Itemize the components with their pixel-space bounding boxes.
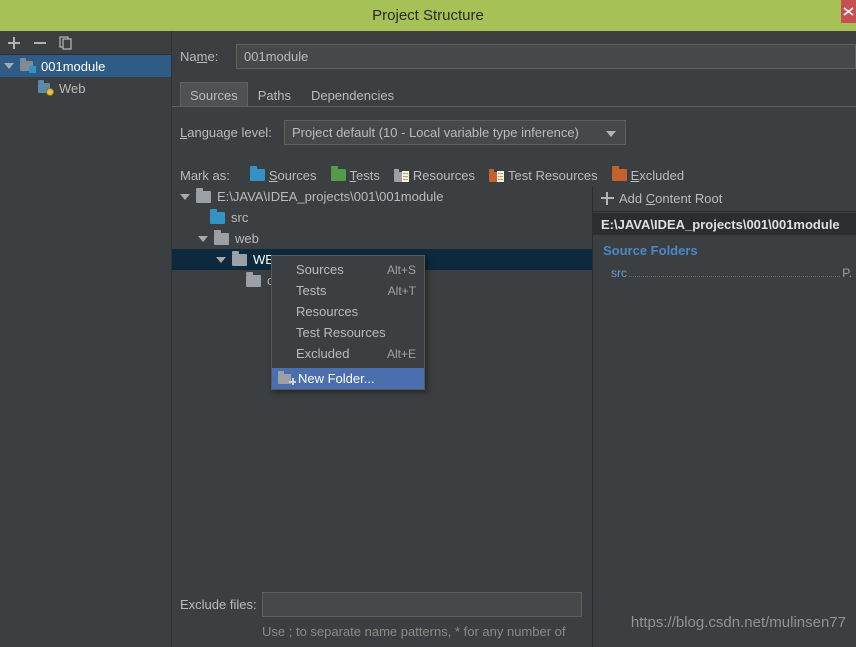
- context-menu-label: Resources: [296, 304, 359, 319]
- folder-test-resources-icon: [489, 168, 505, 182]
- dotted-leader: [629, 276, 841, 277]
- add-content-root-button[interactable]: Add Content Root: [593, 186, 856, 212]
- project-structure-dialog: Project Structure 001module Web Name: 00…: [0, 0, 856, 647]
- source-folder-name[interactable]: src: [611, 266, 627, 280]
- exclude-files-input[interactable]: [262, 592, 582, 617]
- content-root-path-header: E:\JAVA\IDEA_projects\001\001module: [593, 213, 856, 235]
- tab-paths[interactable]: Paths: [248, 82, 301, 107]
- context-menu-accel: Alt+S: [386, 262, 416, 277]
- folder-excluded-icon: [611, 166, 627, 181]
- title-bar: Project Structure: [0, 0, 856, 31]
- exclude-files-label: Exclude files:: [180, 597, 257, 612]
- tabs-underline: [172, 106, 856, 107]
- mark-as-excluded-button[interactable]: Excluded: [611, 166, 685, 183]
- chevron-down-icon[interactable]: [180, 193, 190, 200]
- module-tree: 001module Web: [0, 55, 171, 647]
- context-menu-label: Test Resources: [296, 325, 386, 340]
- exclude-files-help-text: Use ; to separate name patterns, * for a…: [262, 624, 566, 639]
- mark-as-label-test-resources: Test Resources: [508, 167, 598, 183]
- context-menu-item-resources[interactable]: Resources: [272, 301, 424, 322]
- context-menu-label: Sources: [296, 262, 344, 277]
- chevron-down-icon[interactable]: [216, 256, 226, 263]
- sidebar-item-web[interactable]: Web: [0, 77, 171, 99]
- mark-as-sources-button[interactable]: Sources: [249, 166, 317, 183]
- chevron-down-icon[interactable]: [606, 130, 616, 137]
- folder-sources-icon: [249, 166, 265, 181]
- exclude-files-row: Exclude files:: [180, 592, 582, 617]
- mark-as-label: Mark as:: [180, 167, 230, 183]
- mark-as-label-resources: Resources: [412, 167, 476, 183]
- tree-row-label: E:\JAVA\IDEA_projects\001\001module: [217, 189, 444, 204]
- content-root-details-panel: Add Content Root E:\JAVA\IDEA_projects\0…: [593, 186, 856, 647]
- add-module-button[interactable]: [6, 35, 22, 51]
- language-level-label: Language level:: [180, 124, 272, 140]
- folder-resources-icon: [393, 168, 409, 182]
- remove-module-button[interactable]: [32, 35, 48, 51]
- modules-sidebar: 001module Web: [0, 31, 172, 647]
- source-folders-title: Source Folders: [603, 243, 698, 258]
- tree-row-label: web: [235, 231, 259, 246]
- language-level-row: Language level: Project default (10 - Lo…: [180, 119, 626, 145]
- tree-row-label: src: [231, 210, 249, 225]
- tree-row[interactable]: web: [172, 228, 592, 249]
- language-level-select[interactable]: Project default (10 - Local variable typ…: [284, 119, 626, 145]
- copy-module-button[interactable]: [58, 35, 74, 51]
- copy-icon: [59, 35, 72, 50]
- tree-row[interactable]: src: [172, 207, 592, 228]
- context-menu-item-tests[interactable]: Tests Alt+T: [272, 280, 424, 301]
- watermark: https://blog.csdn.net/mulinsen77: [630, 614, 846, 631]
- window-title: Project Structure: [372, 7, 484, 24]
- context-menu-label: Excluded: [296, 346, 350, 361]
- tab-dependencies[interactable]: Dependencies: [301, 82, 404, 107]
- context-menu-item-excluded[interactable]: Excluded Alt+E: [272, 343, 424, 364]
- add-content-root-label: Add Content Root: [619, 191, 723, 206]
- folder-gray-icon: [214, 229, 229, 245]
- editor-tabs: Sources Paths Dependencies: [180, 81, 856, 107]
- folder-tests-icon: [330, 166, 346, 181]
- sidebar-toolbar: [0, 31, 171, 55]
- web-facet-icon: [38, 80, 54, 96]
- sidebar-item-001module[interactable]: 001module: [0, 55, 171, 77]
- context-menu-item-new-folder[interactable]: New Folder...: [272, 368, 424, 389]
- mark-as-context-menu: Sources Alt+S Tests Alt+T Resources Test…: [271, 255, 425, 390]
- tab-sources[interactable]: Sources: [180, 82, 248, 107]
- folder-gray-icon: [232, 250, 247, 266]
- name-label: Name:: [180, 48, 219, 64]
- context-menu-item-sources[interactable]: Sources Alt+S: [272, 259, 424, 280]
- language-level-value: Project default (10 - Local variable typ…: [292, 124, 579, 140]
- context-menu-label: Tests: [296, 283, 327, 298]
- folder-blue-icon: [210, 208, 225, 224]
- source-folder-row[interactable]: src P.: [611, 266, 852, 282]
- mark-as-resources-button[interactable]: Resources: [393, 167, 476, 183]
- sidebar-item-label: 001module: [41, 58, 106, 74]
- folder-gray-icon: [196, 187, 211, 203]
- sidebar-item-label: Web: [59, 80, 86, 96]
- close-button[interactable]: [841, 0, 856, 23]
- mark-as-row: Mark as: Sources Tests Resources Test Re…: [180, 165, 698, 185]
- source-folder-package-prefix[interactable]: P.: [842, 266, 852, 280]
- plus-icon: [601, 192, 614, 205]
- folder-gray-icon: [246, 271, 261, 287]
- mark-as-label-excluded: Excluded: [630, 167, 685, 183]
- mark-as-label-tests: Tests: [349, 167, 380, 183]
- context-menu-accel: Alt+E: [386, 346, 416, 361]
- module-name-input[interactable]: [236, 43, 856, 69]
- close-icon: [843, 7, 854, 16]
- chevron-down-icon[interactable]: [4, 63, 14, 69]
- context-menu-accel: Alt+T: [387, 283, 416, 298]
- name-row: Name:: [180, 43, 856, 69]
- mark-as-label-sources: Sources: [268, 167, 317, 183]
- chevron-down-icon[interactable]: [198, 235, 208, 242]
- context-menu-label: New Folder...: [298, 371, 375, 386]
- context-menu-item-test-resources[interactable]: Test Resources: [272, 322, 424, 343]
- mark-as-tests-button[interactable]: Tests: [330, 166, 380, 183]
- new-folder-icon: [278, 371, 293, 385]
- mark-as-test-resources-button[interactable]: Test Resources: [489, 168, 598, 183]
- tree-row[interactable]: E:\JAVA\IDEA_projects\001\001module: [172, 186, 592, 207]
- module-icon: [20, 58, 36, 73]
